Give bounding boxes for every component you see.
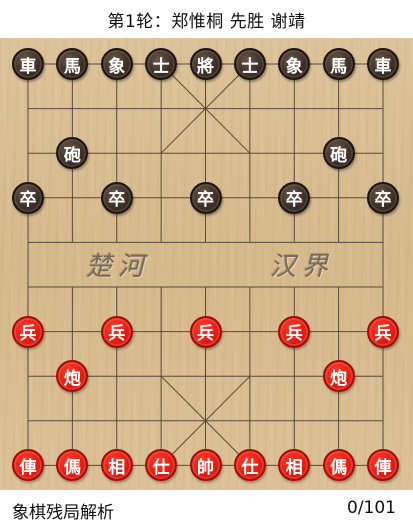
black-piece[interactable]: 象 [100, 48, 133, 80]
black-piece[interactable]: 士 [233, 48, 266, 80]
piece-label: 仕 [152, 457, 170, 478]
black-piece[interactable]: 車 [12, 48, 44, 80]
piece-label: 傌 [330, 457, 348, 478]
footer-title: 象棋残局解析 [12, 503, 114, 523]
piece-label: 馬 [330, 56, 348, 77]
red-piece[interactable]: 傌 [322, 449, 355, 482]
piece-label: 象 [108, 56, 126, 77]
piece-label: 帥 [197, 457, 214, 478]
black-piece[interactable]: 卒 [100, 181, 133, 214]
piece-label: 相 [108, 457, 126, 478]
piece-label: 卒 [19, 190, 37, 211]
piece-label: 兵 [19, 324, 37, 345]
piece-label: 俥 [19, 457, 37, 478]
red-piece[interactable]: 兵 [12, 315, 44, 348]
piece-label: 炮 [330, 368, 348, 389]
piece-label: 卒 [197, 190, 214, 211]
piece-label: 仕 [241, 457, 259, 478]
move-counter: 0/101 [347, 498, 396, 518]
black-piece[interactable]: 車 [367, 48, 399, 80]
piece-label: 卒 [285, 190, 303, 211]
black-piece[interactable]: 士 [145, 48, 178, 80]
piece-label: 卒 [108, 190, 126, 211]
piece-label: 砲 [330, 145, 348, 166]
piece-label: 士 [152, 56, 170, 77]
black-piece[interactable]: 卒 [278, 181, 311, 214]
red-piece[interactable]: 帥 [189, 449, 222, 482]
river-label-han-jie: 汉界 [270, 252, 335, 282]
black-piece[interactable]: 馬 [322, 48, 355, 80]
piece-label: 兵 [374, 324, 392, 345]
piece-label: 馬 [63, 56, 81, 77]
red-piece[interactable]: 炮 [322, 360, 355, 393]
piece-label: 兵 [197, 324, 214, 345]
black-piece[interactable]: 卒 [12, 181, 44, 214]
black-piece[interactable]: 卒 [189, 181, 222, 214]
red-piece[interactable]: 兵 [100, 315, 133, 348]
river-label-chu-he: 楚河 [86, 252, 151, 282]
red-piece[interactable]: 兵 [367, 315, 399, 348]
piece-label: 砲 [63, 145, 81, 166]
red-piece[interactable]: 相 [100, 449, 133, 482]
black-piece[interactable]: 砲 [322, 137, 355, 170]
piece-label: 車 [374, 56, 392, 77]
black-piece[interactable]: 卒 [367, 181, 399, 214]
piece-label: 卒 [374, 190, 392, 211]
piece-label: 俥 [374, 457, 392, 478]
game-title-bar: 第1轮：郑惟桐 先胜 谢靖 [0, 0, 413, 38]
piece-label: 兵 [108, 324, 126, 345]
piece-label: 車 [19, 56, 37, 77]
piece-label: 炮 [63, 368, 81, 389]
piece-label: 士 [241, 56, 259, 77]
red-piece[interactable]: 兵 [189, 315, 222, 348]
piece-label: 傌 [63, 457, 81, 478]
black-piece[interactable]: 象 [278, 48, 311, 80]
xiangqi-board[interactable]: 楚河 汉界 車 馬 象 士 將 士 象 馬 車砲 砲卒 卒 卒 卒 卒兵 兵 兵 兵 兵炮 炮俥 傌 相 仕 帥 仕 相 傌 俥 [0, 38, 413, 490]
board-grid [27, 63, 384, 466]
game-title: 第1轮：郑惟桐 先胜 谢靖 [107, 12, 306, 32]
piece-label: 相 [285, 457, 303, 478]
status-bar: 象棋残局解析 0/101 [0, 490, 413, 529]
piece-label: 兵 [285, 324, 303, 345]
red-piece[interactable]: 兵 [278, 315, 311, 348]
piece-label: 將 [197, 56, 214, 77]
black-piece[interactable]: 將 [189, 48, 222, 80]
piece-label: 象 [285, 56, 303, 77]
